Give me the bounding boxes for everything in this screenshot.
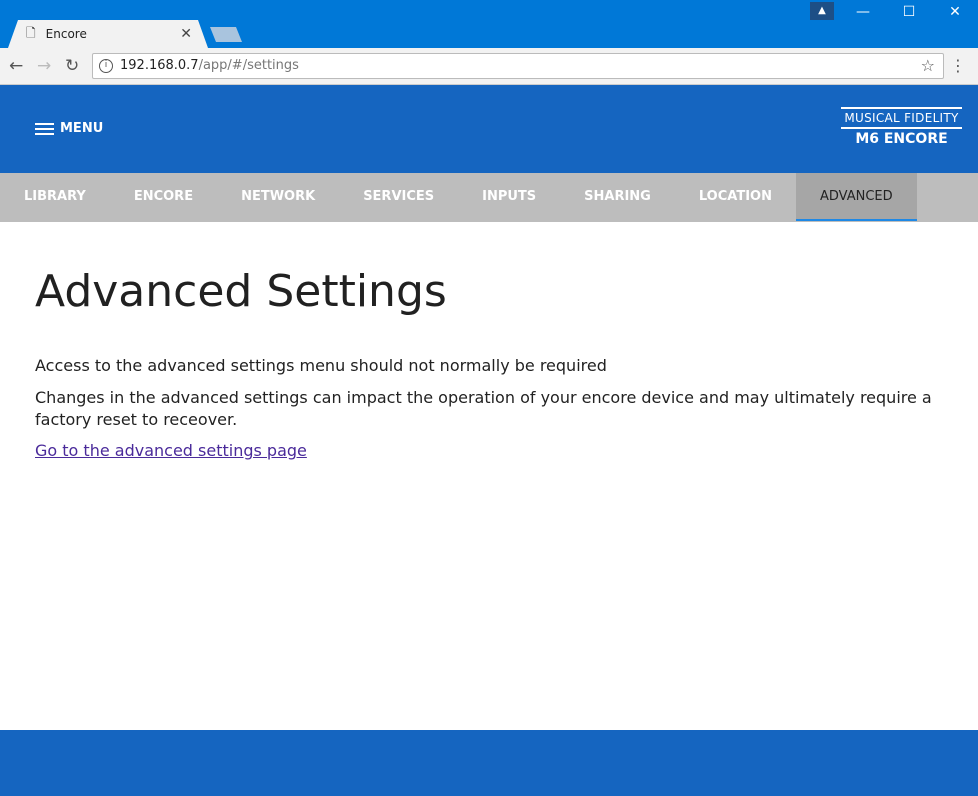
tab-title: Encore bbox=[45, 27, 87, 41]
warning-text: Changes in the advanced settings can imp… bbox=[35, 388, 932, 429]
advanced-settings-link[interactable]: Go to the advanced settings page bbox=[35, 441, 307, 460]
tab-encore[interactable]: ENCORE bbox=[110, 173, 217, 221]
hamburger-icon bbox=[35, 122, 54, 135]
reload-icon[interactable]: ↻ bbox=[65, 56, 79, 76]
menu-button[interactable]: MENU bbox=[35, 121, 103, 136]
info-icon[interactable]: i bbox=[99, 59, 113, 73]
app-header: MENU MUSICAL FIDELITY M6 ENCORE bbox=[0, 85, 978, 173]
menu-label: MENU bbox=[60, 121, 104, 136]
tab-services[interactable]: SERVICES bbox=[339, 173, 458, 221]
url-path: /app/#/settings bbox=[198, 58, 299, 73]
tab-library[interactable]: LIBRARY bbox=[0, 173, 110, 221]
url-host: 192.168.0.7 bbox=[120, 58, 199, 73]
info-text: Access to the advanced settings menu sho… bbox=[35, 356, 607, 375]
settings-tabs: LIBRARY ENCORE NETWORK SERVICES INPUTS S… bbox=[0, 173, 978, 222]
brand-logo: MUSICAL FIDELITY M6 ENCORE bbox=[841, 107, 962, 147]
maximize-button[interactable]: ☐ bbox=[889, 4, 929, 20]
main-content: Advanced Settings Access to the advanced… bbox=[35, 222, 935, 460]
close-window-button[interactable]: ✕ bbox=[935, 4, 975, 20]
tab-advanced[interactable]: ADVANCED bbox=[795, 173, 917, 221]
tab-inputs[interactable]: INPUTS bbox=[458, 173, 560, 221]
logo-line2: M6 ENCORE bbox=[855, 131, 948, 147]
back-icon[interactable]: ← bbox=[9, 56, 23, 76]
new-tab-button[interactable] bbox=[210, 27, 242, 42]
close-tab-icon[interactable]: ✕ bbox=[180, 26, 192, 42]
tab-sharing[interactable]: SHARING bbox=[560, 173, 675, 221]
browser-titlebar: 🗋 Encore ✕ ▲ — ☐ ✕ bbox=[0, 0, 978, 48]
tab-network[interactable]: NETWORK bbox=[217, 173, 339, 221]
browser-tab[interactable]: 🗋 Encore ✕ bbox=[8, 20, 208, 48]
minimize-button[interactable]: — bbox=[843, 4, 883, 20]
tab-location[interactable]: LOCATION bbox=[675, 173, 796, 221]
bookmark-star-icon[interactable]: ☆ bbox=[921, 54, 935, 78]
browser-menu-icon[interactable]: ⋮ bbox=[950, 56, 966, 75]
address-bar[interactable]: i 192.168.0.7/app/#/settings ☆ bbox=[92, 53, 944, 79]
profile-icon[interactable]: ▲ bbox=[810, 2, 834, 20]
app-footer bbox=[0, 730, 978, 796]
page-icon: 🗋 bbox=[26, 25, 36, 40]
logo-line1: MUSICAL FIDELITY bbox=[841, 107, 962, 129]
page-title: Advanced Settings bbox=[35, 266, 447, 317]
forward-icon[interactable]: → bbox=[37, 56, 51, 76]
browser-toolbar: ← → ↻ i 192.168.0.7/app/#/settings ☆ ⋮ bbox=[0, 48, 978, 85]
